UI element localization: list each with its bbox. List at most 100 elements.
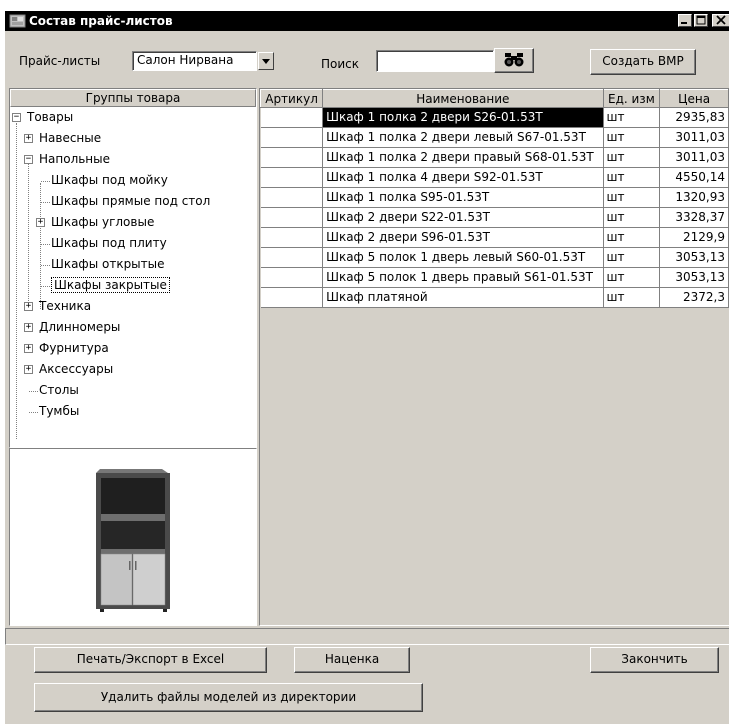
cell-price[interactable]: 3011,03 xyxy=(659,127,729,148)
cell-sku[interactable] xyxy=(260,187,324,208)
cell-name[interactable]: Шкаф 2 двери S96-01.53T xyxy=(322,227,604,248)
cell-sku[interactable] xyxy=(260,107,324,128)
collapse-icon[interactable]: − xyxy=(12,113,21,122)
cell-sku[interactable] xyxy=(260,167,324,188)
tree-node[interactable]: Тумбы xyxy=(22,403,79,422)
column-header-name[interactable]: Наименование xyxy=(322,89,604,108)
tree-node[interactable]: + Шкафы угловые xyxy=(34,214,154,233)
cell-name[interactable]: Шкаф 1 полка 4 двери S92-01.53T xyxy=(322,167,604,188)
cell-unit[interactable]: шт xyxy=(603,107,661,128)
cell-price[interactable]: 3053,13 xyxy=(659,247,729,268)
tree-node[interactable]: Шкафы под плиту xyxy=(34,235,167,254)
cell-name[interactable]: Шкаф 1 полка 2 двери правый S68-01.53T xyxy=(322,147,604,168)
collapse-icon[interactable]: − xyxy=(24,155,33,164)
cell-unit[interactable]: шт xyxy=(603,267,661,288)
cell-unit[interactable]: шт xyxy=(603,207,661,228)
find-button[interactable] xyxy=(494,48,534,73)
tree-node[interactable]: Столы xyxy=(22,382,79,401)
table-row[interactable]: Шкаф 1 полка 2 двери S26-01.53T шт 2935,83 xyxy=(260,107,729,128)
tree-node[interactable]: + Длинномеры xyxy=(22,319,120,338)
minimize-icon xyxy=(681,22,687,24)
cell-price[interactable]: 2935,83 xyxy=(659,107,729,128)
print-export-label: Печать/Экспорт в Excel xyxy=(76,652,225,666)
tree-line xyxy=(41,202,50,203)
tree-node[interactable]: + Навесные xyxy=(22,130,101,149)
table-row[interactable]: Шкаф платяной шт 2372,3 xyxy=(260,287,729,308)
print-export-button[interactable]: Печать/Экспорт в Excel xyxy=(34,647,267,673)
tree-node[interactable]: − Напольные xyxy=(22,151,110,170)
tree-node[interactable]: Шкафы закрытые xyxy=(34,277,170,296)
table-row[interactable]: Шкаф 2 двери S96-01.53T шт 2129,9 xyxy=(260,227,729,248)
cell-name[interactable]: Шкаф 1 полка 2 двери S26-01.53T xyxy=(322,107,604,128)
maximize-icon xyxy=(696,15,706,25)
expand-icon[interactable]: + xyxy=(24,344,33,353)
tree-node[interactable]: + Техника xyxy=(22,298,91,317)
close-icon xyxy=(716,15,726,25)
expand-icon[interactable]: + xyxy=(24,302,33,311)
cell-name[interactable]: Шкаф платяной xyxy=(322,287,604,308)
cell-price[interactable]: 2372,3 xyxy=(659,287,729,308)
cell-name[interactable]: Шкаф 1 полка 2 двери левый S67-01.53T xyxy=(322,127,604,148)
cell-sku[interactable] xyxy=(260,267,324,288)
cell-unit[interactable]: шт xyxy=(603,167,661,188)
cell-unit[interactable]: шт xyxy=(603,127,661,148)
search-input[interactable] xyxy=(376,50,494,72)
cell-price[interactable]: 2129,9 xyxy=(659,227,729,248)
cell-sku[interactable] xyxy=(260,247,324,268)
cell-price[interactable]: 3053,13 xyxy=(659,267,729,288)
cell-unit[interactable]: шт xyxy=(603,227,661,248)
price-list-select[interactable]: Салон Нирвана xyxy=(132,51,257,71)
tree-node[interactable]: + Аксессуары xyxy=(22,361,113,380)
tree-node[interactable]: Шкафы открытые xyxy=(34,256,165,275)
cell-sku[interactable] xyxy=(260,227,324,248)
cell-unit[interactable]: шт xyxy=(603,147,661,168)
expand-icon[interactable]: + xyxy=(24,134,33,143)
cell-name[interactable]: Шкаф 5 полок 1 дверь левый S60-01.53T xyxy=(322,247,604,268)
cell-unit[interactable]: шт xyxy=(603,187,661,208)
cell-unit[interactable]: шт xyxy=(603,287,661,308)
table-row[interactable]: Шкаф 1 полка 2 двери правый S68-01.53T шт… xyxy=(260,147,729,168)
create-bmp-label: Создать BMP xyxy=(602,54,684,68)
cell-price[interactable]: 3328,37 xyxy=(659,207,729,228)
cell-price[interactable]: 4550,14 xyxy=(659,167,729,188)
minimize-button[interactable] xyxy=(678,14,692,27)
expand-icon[interactable]: + xyxy=(24,365,33,374)
column-header-sku[interactable]: Артикул xyxy=(260,89,324,108)
cell-price[interactable]: 1320,93 xyxy=(659,187,729,208)
cell-sku[interactable] xyxy=(260,127,324,148)
expand-icon[interactable]: + xyxy=(36,218,45,227)
tree-line xyxy=(41,265,50,266)
column-header-price[interactable]: Цена xyxy=(659,89,729,108)
expand-icon[interactable]: + xyxy=(24,323,33,332)
tree-line xyxy=(29,412,38,413)
price-list-label: Прайс-листы xyxy=(19,54,101,68)
table-row[interactable]: Шкаф 1 полка 4 двери S92-01.53T шт 4550,14 xyxy=(260,167,729,188)
tree-node[interactable]: − Товары xyxy=(10,109,73,128)
cell-price[interactable]: 3011,03 xyxy=(659,147,729,168)
cell-sku[interactable] xyxy=(260,287,324,308)
tree-node[interactable]: Шкафы под мойку xyxy=(34,172,168,191)
cell-unit[interactable]: шт xyxy=(603,247,661,268)
column-header-unit[interactable]: Ед. изм xyxy=(602,89,661,108)
table-row[interactable]: Шкаф 5 полок 1 дверь правый S61-01.53T шт… xyxy=(260,267,729,288)
tree-node[interactable]: Шкафы прямые под стол xyxy=(34,193,210,212)
cell-sku[interactable] xyxy=(260,147,324,168)
finish-button[interactable]: Закончить xyxy=(590,647,719,673)
table-row[interactable]: Шкаф 1 полка S95-01.53T шт 1320,93 xyxy=(260,187,729,208)
table-row[interactable]: Шкаф 5 полок 1 дверь левый S60-01.53T шт 3… xyxy=(260,247,729,268)
cell-sku[interactable] xyxy=(260,207,324,228)
cell-name[interactable]: Шкаф 1 полка S95-01.53T xyxy=(322,187,604,208)
price-list-dropdown-button[interactable] xyxy=(258,52,274,70)
maximize-button[interactable] xyxy=(694,14,708,27)
close-button[interactable] xyxy=(712,14,729,27)
markup-label: Наценка xyxy=(324,652,380,666)
create-bmp-button[interactable]: Создать BMP xyxy=(590,49,696,75)
table-row[interactable]: Шкаф 2 двери S22-01.53T шт 3328,37 xyxy=(260,207,729,228)
markup-button[interactable]: Наценка xyxy=(294,647,410,673)
delete-model-files-button[interactable]: Удалить файлы моделей из директории xyxy=(34,683,423,712)
cell-name[interactable]: Шкаф 5 полок 1 дверь правый S61-01.53T xyxy=(322,267,604,288)
tree-node[interactable]: + Фурнитура xyxy=(22,340,109,359)
table-row[interactable]: Шкаф 1 полка 2 двери левый S67-01.53T шт 3… xyxy=(260,127,729,148)
price-list-value: Салон Нирвана xyxy=(137,53,234,67)
cell-name[interactable]: Шкаф 2 двери S22-01.53T xyxy=(322,207,604,228)
